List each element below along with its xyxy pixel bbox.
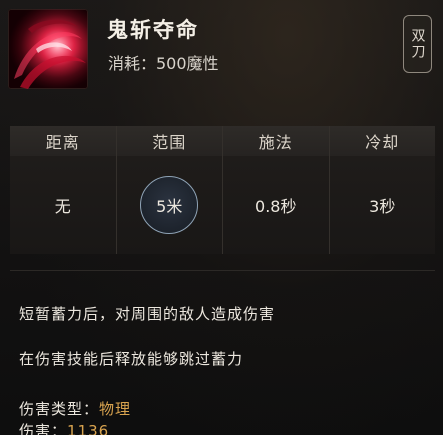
weapon-type-badge: 双刀: [403, 15, 432, 73]
skill-stats-table: 距离 范围 施法 冷却 无 5米 0.8秒 3秒: [10, 126, 435, 254]
damage-value: 1136: [67, 422, 110, 435]
header-label: 距离: [45, 133, 80, 152]
stats-value-cooldown: 3秒: [330, 156, 436, 254]
stats-header-cast: 施法: [223, 126, 330, 156]
description-line-1: 短暂蓄力后，对周围的敌人造成伤害: [19, 305, 276, 323]
cast-time-value: 0.8秒: [255, 197, 297, 216]
range-highlight-circle: 5米: [140, 176, 199, 234]
attribute-separator: ：: [51, 422, 68, 435]
damage-type-value: 物理: [99, 400, 132, 418]
stats-header-row: 距离 范围 施法 冷却: [10, 126, 435, 156]
stats-value-distance: 无: [10, 156, 117, 254]
header-label: 施法: [258, 133, 293, 152]
stats-value-range: 5米: [117, 156, 223, 254]
cooldown-value: 3秒: [369, 197, 396, 216]
red-swirl-slash-icon: [8, 9, 88, 89]
stats-value-cast: 0.8秒: [223, 156, 330, 254]
skill-name: 鬼斩夺命: [107, 17, 199, 42]
header-label: 冷却: [365, 133, 400, 152]
stats-header-cooldown: 冷却: [330, 126, 436, 156]
header-label: 范围: [152, 133, 187, 152]
section-divider: [10, 270, 435, 271]
stats-value-row: 无 5米 0.8秒 3秒: [10, 156, 435, 254]
distance-value: 无: [54, 197, 71, 216]
description-line-2: 在伤害技能后释放能够跳过蓄力: [19, 350, 244, 368]
stats-header-distance: 距离: [10, 126, 117, 156]
damage-attribute: 伤害：1136: [19, 420, 109, 435]
damage-type-attribute: 伤害类型：物理: [19, 398, 131, 419]
skill-cost: 消耗：500魔性: [108, 54, 219, 73]
damage-type-label: 伤害类型: [19, 400, 84, 418]
attribute-separator: ：: [83, 400, 100, 418]
skill-tooltip-panel: 鬼斩夺命 消耗：500魔性 双刀 距离 范围 施法 冷却 无 5米 0.8秒 3…: [0, 0, 443, 435]
stats-header-range: 范围: [117, 126, 223, 156]
range-value: 5米: [156, 197, 183, 216]
damage-label: 伤害: [19, 422, 52, 435]
